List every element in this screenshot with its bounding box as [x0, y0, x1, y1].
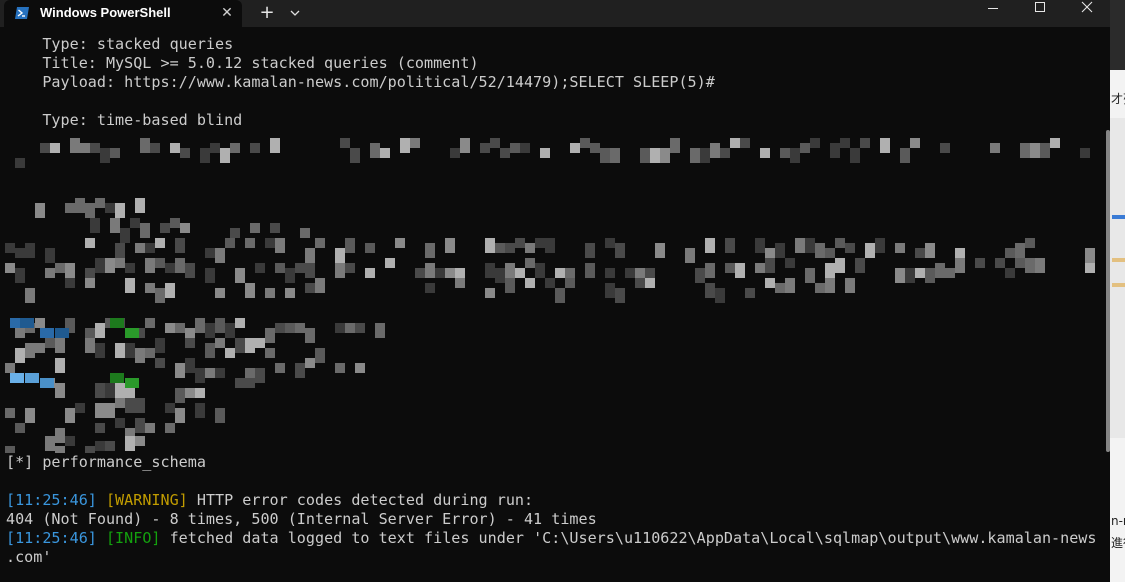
log-message: HTTP error codes detected during run: — [187, 491, 534, 509]
db-entry-line: [*] performance_schema — [6, 453, 206, 471]
warning-level: [WARNING] — [105, 491, 188, 509]
close-tab-icon[interactable]: ✕ — [218, 4, 236, 22]
log-message: fetched data logged to text files under … — [160, 529, 1097, 547]
tab-title: Windows PowerShell — [40, 5, 171, 20]
output-line: Type: stacked queries — [6, 35, 234, 53]
powershell-window: Windows PowerShell ✕ + Type: stacked que… — [0, 0, 1110, 582]
timestamp: [11:25:46] — [6, 529, 97, 547]
background-text: 進行 — [1111, 536, 1125, 550]
info-level: [INFO] — [105, 529, 161, 547]
log-wrap-line: .com' — [6, 548, 52, 566]
timestamp: [11:25:46] — [6, 491, 97, 509]
background-accent — [1112, 283, 1125, 287]
background-window[interactable]: 才列 n-r 進行 — [1110, 0, 1125, 582]
background-accent — [1112, 215, 1125, 219]
pixelated-redaction — [5, 138, 1095, 453]
log-line-warning: [11:25:46] [WARNING] HTTP error codes de… — [6, 491, 533, 510]
background-accent — [1112, 258, 1125, 262]
background-text: 才列 — [1111, 92, 1125, 106]
minimize-button[interactable] — [970, 0, 1016, 27]
output-line: Title: MySQL >= 5.0.12 stacked queries (… — [6, 54, 479, 72]
close-window-button[interactable] — [1064, 0, 1110, 27]
background-panel — [1110, 118, 1125, 438]
new-tab-button[interactable]: + — [254, 2, 280, 24]
title-bar[interactable]: Windows PowerShell ✕ + — [0, 0, 1110, 27]
tab-windows-powershell[interactable]: Windows PowerShell ✕ — [4, 0, 242, 27]
output-line: Payload: https://www.kamalan-news.com/po… — [6, 73, 715, 91]
powershell-icon — [15, 7, 29, 19]
log-line-info: [11:25:46] [INFO] fetched data logged to… — [6, 529, 1096, 548]
background-text: n-r — [1111, 514, 1125, 528]
log-detail-line: 404 (Not Found) - 8 times, 500 (Internal… — [6, 510, 597, 528]
background-window-header — [1110, 0, 1125, 70]
maximize-button[interactable] — [1017, 0, 1063, 27]
chevron-down-icon[interactable] — [284, 2, 306, 24]
